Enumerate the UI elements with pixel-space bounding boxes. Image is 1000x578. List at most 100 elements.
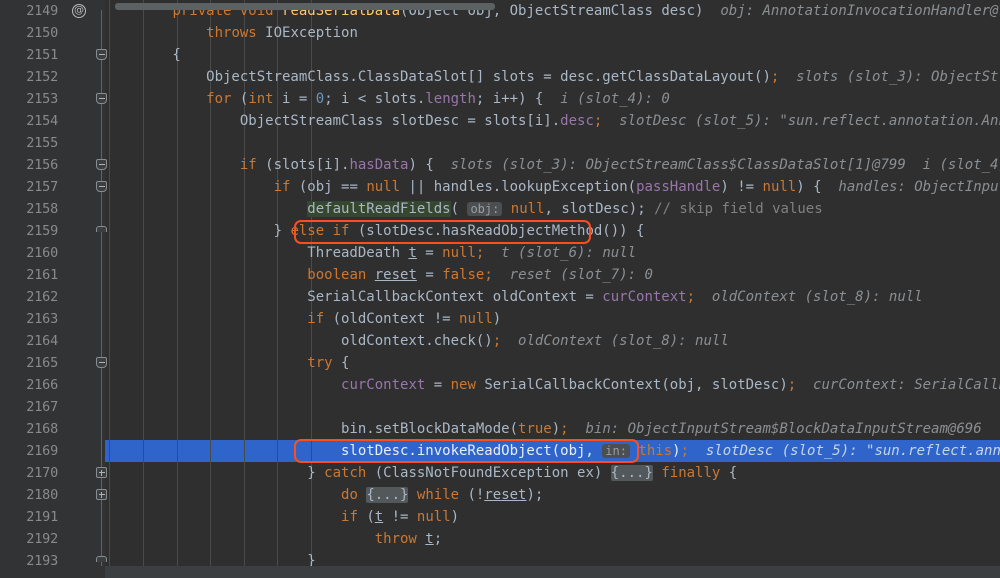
gutter-line[interactable]: 2163 xyxy=(0,308,105,330)
code-token: null xyxy=(459,311,493,327)
code-token: ( xyxy=(627,179,637,195)
gutter-line[interactable]: 2167 xyxy=(0,396,105,418)
code-token: throws xyxy=(206,25,266,41)
fold-collapse-icon[interactable] xyxy=(96,181,107,192)
gutter-line[interactable]: 2191 xyxy=(0,506,105,528)
code-token: ) { xyxy=(408,157,434,173)
code-editor[interactable]: 2149 @2150 2151 2152 2153 2154 2155 2156 2157 215… xyxy=(0,0,1000,578)
code-line[interactable]: ObjectStreamClass.ClassDataSlot[] slots … xyxy=(105,66,1000,88)
code-line[interactable]: do {...} while (!reset); xyxy=(105,484,1000,506)
fold-expand-icon[interactable] xyxy=(96,467,107,478)
gutter-line[interactable]: 2180 xyxy=(0,484,105,506)
gutter-line[interactable]: 2157 xyxy=(0,176,105,198)
debugger-inline-value: i (slot_4): 0 xyxy=(543,91,670,107)
code-folding-strip[interactable] xyxy=(96,0,107,568)
fold-region-end-icon[interactable] xyxy=(96,225,107,236)
gutter-line[interactable]: 2159 xyxy=(0,220,105,242)
debugger-inline-value: t (slot_6): null xyxy=(484,245,637,261)
code-token: ; i++) { xyxy=(475,91,544,107)
code-content-area[interactable]: private void readSerialData(Object obj, … xyxy=(105,0,1000,566)
gutter-line[interactable]: 2158 xyxy=(0,198,105,220)
debugger-inline-value: slotDesc (slot_5): "sun.reflect.annotati… xyxy=(619,113,1000,129)
code-line[interactable]: try { xyxy=(105,352,1000,374)
code-token: ; i < slots. xyxy=(324,91,426,107)
code-fold-placeholder[interactable]: {...} xyxy=(366,487,409,503)
gutter-line[interactable]: 2164 xyxy=(0,330,105,352)
code-line[interactable]: ObjectStreamClass slotDesc = slots[i].de… xyxy=(105,110,1000,132)
fold-collapse-icon[interactable] xyxy=(96,159,107,170)
gutter-line[interactable]: 2156 xyxy=(0,154,105,176)
code-token: for xyxy=(206,91,240,107)
fold-region-end-icon[interactable] xyxy=(96,555,107,566)
fold-expand-icon[interactable] xyxy=(96,489,107,500)
code-line[interactable]: for (int i = 0; i < slots.length; i++) {… xyxy=(105,88,1000,110)
fold-collapse-icon[interactable] xyxy=(96,93,107,104)
code-line[interactable]: { xyxy=(105,44,1000,66)
gutter-line[interactable]: 2153 xyxy=(0,88,105,110)
gutter-line[interactable]: 2162 xyxy=(0,286,105,308)
line-number: 2180 xyxy=(26,487,58,503)
line-number: 2163 xyxy=(26,311,58,327)
code-fold-placeholder[interactable]: {...} xyxy=(610,465,653,481)
code-line[interactable]: ThreadDeath t = null; t (slot_6): null xyxy=(105,242,1000,264)
fold-collapse-icon[interactable] xyxy=(96,357,107,368)
line-number: 2151 xyxy=(26,47,58,63)
fold-collapse-icon[interactable] xyxy=(96,49,107,60)
code-token: = xyxy=(416,267,443,283)
gutter-line[interactable]: 2160 xyxy=(0,242,105,264)
gutter-line[interactable]: 2169 xyxy=(0,440,105,462)
code-line-text: oldContext.check(); oldContext (slot_8):… xyxy=(105,330,729,352)
gutter-line[interactable]: 2165 xyxy=(0,352,105,374)
code-line[interactable]: if (t != null) xyxy=(105,506,1000,528)
gutter-line[interactable]: 2166 xyxy=(0,374,105,396)
code-line[interactable]: curContext = new SerialCallbackContext(o… xyxy=(105,374,1000,396)
code-line[interactable]: bin.setBlockDataMode(true); bin: ObjectI… xyxy=(105,418,1000,440)
code-line[interactable]: oldContext.check(); oldContext (slot_8):… xyxy=(105,330,1000,352)
code-line[interactable]: } xyxy=(105,550,1000,566)
code-line[interactable] xyxy=(105,396,1000,418)
code-line[interactable]: SerialCallbackContext oldContext = curCo… xyxy=(105,286,1000,308)
code-line[interactable]: if (slots[i].hasData) { slots (slot_3): … xyxy=(105,154,1000,176)
gutter-line[interactable]: 2168 xyxy=(0,418,105,440)
gutter-line[interactable]: 2155 xyxy=(0,132,105,154)
horizontal-scrollbar-track[interactable] xyxy=(0,566,1000,578)
code-line[interactable]: } else if (slotDesc.hasReadObjectMethod(… xyxy=(105,220,1000,242)
editor-gutter[interactable]: 2149 @2150 2151 2152 2153 2154 2155 2156 2157 215… xyxy=(0,0,105,569)
gutter-line[interactable]: 2149 @ xyxy=(0,0,105,22)
gutter-line[interactable]: 2152 xyxy=(0,66,105,88)
code-line[interactable]: boolean reset = false; reset (slot_7): 0 xyxy=(105,264,1000,286)
code-line-text: ObjectStreamClass.ClassDataSlot[] slots … xyxy=(105,66,1000,88)
debugger-inline-value: oldContext (slot_8): null xyxy=(501,333,729,349)
debugger-inline-value: reset (slot_7): 0 xyxy=(492,267,653,283)
code-token: slotDesc.invokeReadObject(obj, xyxy=(105,443,603,459)
code-token: ObjectStreamClass.ClassDataSlot[] slots … xyxy=(105,69,771,85)
horizontal-scrollbar-thumb[interactable] xyxy=(115,3,495,10)
code-token: do xyxy=(341,487,367,503)
annotation-gutter-icon[interactable]: @ xyxy=(72,4,86,18)
code-line[interactable] xyxy=(105,132,1000,154)
code-line-current[interactable]: slotDesc.invokeReadObject(obj, in: this)… xyxy=(105,440,1000,462)
line-number: 2164 xyxy=(26,333,58,349)
code-line[interactable]: if (obj == null || handles.lookupExcepti… xyxy=(105,176,1000,198)
code-line-text: if (obj == null || handles.lookupExcepti… xyxy=(105,176,1000,198)
code-token: hasData xyxy=(349,157,409,173)
code-token: ObjectStreamClass slotDesc = slots[i]. xyxy=(105,113,561,129)
gutter-line[interactable]: 2192 xyxy=(0,528,105,550)
code-token: int xyxy=(248,91,283,107)
gutter-line[interactable]: 2170 xyxy=(0,462,105,484)
code-token: null xyxy=(416,509,451,525)
code-line[interactable]: throws IOException xyxy=(105,22,1000,44)
code-line[interactable]: throw t; xyxy=(105,528,1000,550)
gutter-line[interactable]: 2161 xyxy=(0,264,105,286)
code-line-text: if (slots[i].hasData) { slots (slot_3): … xyxy=(105,154,1000,176)
code-line-text: SerialCallbackContext oldContext = curCo… xyxy=(105,286,922,308)
code-line[interactable]: defaultReadFields( obj: null, slotDesc);… xyxy=(105,198,1000,220)
gutter-line[interactable]: 2154 xyxy=(0,110,105,132)
code-line[interactable]: if (oldContext != null) xyxy=(105,308,1000,330)
gutter-line[interactable]: 2151 xyxy=(0,44,105,66)
code-line[interactable]: } catch (ClassNotFoundException ex) {...… xyxy=(105,462,1000,484)
gutter-line[interactable]: 2150 xyxy=(0,22,105,44)
